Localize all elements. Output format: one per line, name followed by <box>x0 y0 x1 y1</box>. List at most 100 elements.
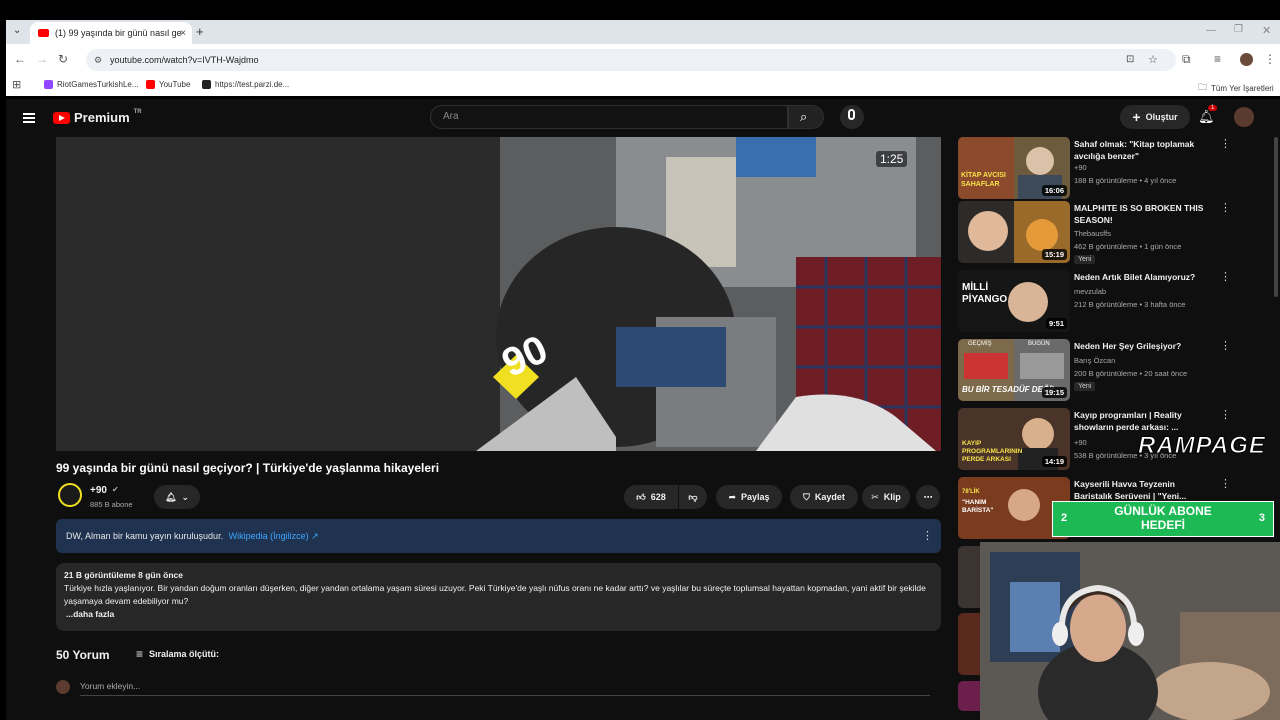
all-bookmarks[interactable]: 🗀 Tüm Yer İşaretleri <box>1198 80 1274 96</box>
tab-list-chevron-icon[interactable]: ⌄ <box>13 25 21 36</box>
tab-close-icon[interactable]: × <box>180 28 186 39</box>
scissors-icon: ✂ <box>871 491 879 502</box>
thumbs-down-icon: 👎︎ <box>688 491 698 502</box>
streamer-webcam <box>980 542 1280 720</box>
thumbnail-caption-age: 78'LİK <box>962 489 980 495</box>
youtube-logo[interactable]: Premium TR <box>53 108 142 125</box>
dislike-button[interactable]: 👎︎ <box>679 485 707 509</box>
recommended-video-2[interactable]: 15:19 MALPHITE IS SO BROKEN THIS SEASON!… <box>958 201 1258 264</box>
more-actions-button[interactable]: ⋯ <box>916 485 940 509</box>
reload-icon[interactable]: ↻ <box>58 52 68 66</box>
info-panel: DW, Alman bir kamu yayın kuruluşudur. Wi… <box>56 519 941 553</box>
more-horizontal-icon: ⋯ <box>923 491 933 502</box>
show-more-link[interactable]: ...daha fazla <box>66 608 933 621</box>
channel-avatar[interactable] <box>58 483 82 507</box>
clip-label: Klip <box>883 492 901 502</box>
recommended-channel: +90 <box>1074 438 1087 447</box>
clip-button[interactable]: ✂ Klip <box>862 485 910 509</box>
install-app-icon[interactable]: ⊡ <box>1126 49 1134 71</box>
comment-input[interactable]: Yorum ekleyin... <box>80 681 930 696</box>
thumbnail-caption: KİTAP AVCISI SAHAFLAR <box>961 172 1006 188</box>
more-options-icon[interactable]: ⋮ <box>1220 137 1231 150</box>
overlay-time: 1:25 <box>876 151 908 167</box>
close-window-icon[interactable]: ✕ <box>1262 24 1271 37</box>
goal-text-line1: GÜNLÜK ABONE <box>1114 504 1212 518</box>
bookmark-youtube[interactable]: YouTube <box>146 80 190 89</box>
bookmark-riot[interactable]: RiotGamesTurkishLe... <box>44 80 139 89</box>
twitch-icon <box>44 80 53 89</box>
channel-name[interactable]: +90 <box>90 485 107 496</box>
recommended-meta: 212 B görüntüleme • 3 hafta önce <box>1074 300 1186 309</box>
create-label: Oluştur <box>1145 112 1178 122</box>
thumbnail-caption-now: BUGÜN <box>1028 341 1050 347</box>
share-label: Paylaş <box>741 492 770 502</box>
recommended-meta: 188 B görüntüleme • 4 yıl önce <box>1074 176 1177 185</box>
like-button[interactable]: 👍︎ 628 <box>624 485 678 509</box>
bookmark-parzi[interactable]: https://test.parzi.de... <box>202 80 289 89</box>
scrollbar[interactable] <box>1274 137 1278 297</box>
apps-grid-icon[interactable]: ⊞ <box>12 78 21 91</box>
recommended-video-1[interactable]: KİTAP AVCISI SAHAFLAR 16:06 Sahaf olmak:… <box>958 137 1258 199</box>
recommended-title: Kayserili Havva Teyzenin Baristalık Serü… <box>1074 479 1187 501</box>
subscriber-goal-widget: 2 GÜNLÜK ABONE HEDEFİ 3 <box>1052 501 1274 537</box>
rampage-overlay: RAMPAGE <box>1138 432 1266 460</box>
extensions-icon[interactable]: ⧉ <box>1182 52 1191 67</box>
more-options-icon[interactable]: ⋮ <box>1220 408 1231 421</box>
media-control-icon[interactable]: ≡ <box>1214 52 1221 66</box>
thumbs-up-icon: 👍︎ <box>636 491 646 502</box>
logo-region: TR <box>133 108 142 115</box>
sort-button[interactable]: ≡ Sıralama ölçütü: <box>136 647 219 661</box>
browser-nav-bar: ← → ↻ ⚙ youtube.com/watch?v=IVTH-Wajdmo … <box>6 44 1280 74</box>
more-options-icon[interactable]: ⋮ <box>1220 201 1231 214</box>
recommended-video-3[interactable]: MİLLİ PİYANGO 9:51 Neden Artık Bilet Ala… <box>958 270 1258 332</box>
profile-avatar[interactable] <box>1240 53 1253 66</box>
browser-tab-bar: ⌄ (1) 99 yaşında bir günü nasıl ge × + —… <box>6 20 1280 44</box>
minimize-icon[interactable]: — <box>1206 25 1216 36</box>
save-button[interactable]: ⛉ Kaydet <box>790 485 858 509</box>
search-button[interactable]: ⌕ <box>788 105 824 129</box>
site-info-icon[interactable]: ⚙ <box>94 49 102 71</box>
video-thumbnail: KİTAP AVCISI SAHAFLAR 16:06 <box>958 137 1070 199</box>
forward-arrow-icon[interactable]: → <box>36 52 48 66</box>
browser-tab-active[interactable]: (1) 99 yaşında bir günü nasıl ge × <box>30 22 192 44</box>
create-button[interactable]: + Oluştur <box>1120 105 1190 129</box>
more-options-icon[interactable]: ⋮ <box>1220 477 1231 490</box>
wikipedia-link[interactable]: Wikipedia (İngilizce) ↗ <box>229 531 319 541</box>
hamburger-menu-icon[interactable] <box>23 111 35 125</box>
video-player[interactable]: 90 1:25 <box>56 137 941 451</box>
more-options-icon[interactable]: ⋮ <box>1220 339 1231 352</box>
recommended-meta: 200 B görüntüleme • 20 saat önce <box>1074 369 1188 378</box>
browser-menu-icon[interactable]: ⋮ <box>1264 52 1276 66</box>
views-date: 21 B görüntüleme 8 gün önce <box>64 570 184 580</box>
address-bar[interactable]: ⚙ youtube.com/watch?v=IVTH-Wajdmo ⊡ ☆ <box>86 49 1176 71</box>
search-input[interactable]: Ara <box>430 105 788 129</box>
user-avatar[interactable] <box>1234 107 1254 127</box>
recommended-video-4[interactable]: GEÇMİŞ BUGÜN BU BİR TESADÜF DEĞİL 19:15 … <box>958 339 1258 401</box>
all-bookmarks-label: Tüm Yer İşaretleri <box>1211 83 1274 93</box>
restore-icon[interactable]: ❐ <box>1234 24 1243 35</box>
description-box[interactable]: 21 B görüntüleme 8 gün önce Türkiye hızl… <box>56 563 941 631</box>
video-thumbnail: 15:19 <box>958 201 1070 263</box>
goal-text-line2: HEDEFİ <box>1140 518 1185 532</box>
thumbnail-caption: "HANIM BARİSTA" <box>962 499 994 514</box>
youtube-icon <box>146 80 155 89</box>
back-arrow-icon[interactable]: ← <box>14 52 26 66</box>
thumbnail-caption: KAYIP PROGRAMLARININ PERDE ARKASI <box>962 440 1023 463</box>
bookmark-star-icon[interactable]: ☆ <box>1148 49 1158 71</box>
notifications-button[interactable]: 🔔︎ 1 <box>1198 105 1218 126</box>
video-thumbnail: GEÇMİŞ BUGÜN BU BİR TESADÜF DEĞİL 19:15 <box>958 339 1070 401</box>
share-button[interactable]: ➦ Paylaş <box>716 485 782 509</box>
bookmark-label: RiotGamesTurkishLe... <box>57 80 139 89</box>
comments-count: 50 Yorum <box>56 648 110 662</box>
voice-search-button[interactable] <box>840 105 864 129</box>
video-thumbnail: MİLLİ PİYANGO 9:51 <box>958 270 1070 332</box>
more-options-icon[interactable]: ⋮ <box>1220 270 1231 283</box>
subscription-bell-button[interactable]: 🔔︎ ⌄ <box>154 485 200 509</box>
new-tab-button[interactable]: + <box>196 24 204 39</box>
recommended-channel: mevzulab <box>1074 287 1107 296</box>
duration-badge: 14:19 <box>1041 456 1067 467</box>
info-menu-icon[interactable]: ⋮ <box>922 519 933 553</box>
notification-badge: 1 <box>1208 105 1218 111</box>
bell-icon: 🔔︎ <box>1198 109 1215 124</box>
bookmark-icon: ⛉ <box>803 491 810 502</box>
